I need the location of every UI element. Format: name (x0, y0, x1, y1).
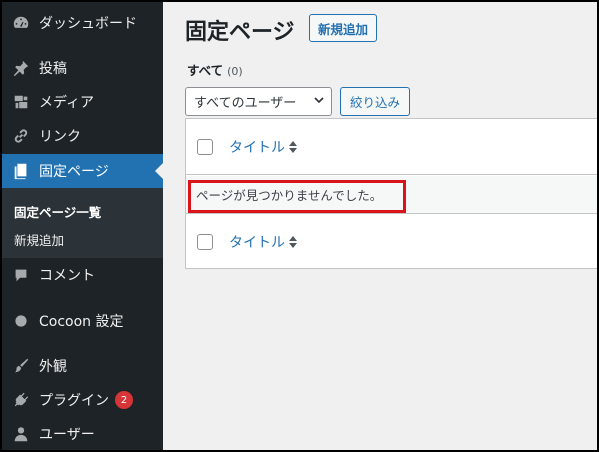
annotation-highlight-box (188, 180, 406, 213)
chevron-down-icon (313, 94, 325, 109)
sidebar-item-label: メディア (39, 95, 95, 111)
sidebar-item-label: 投稿 (39, 61, 67, 77)
sidebar-item-appearance[interactable]: 外観 (2, 349, 163, 383)
sidebar-item-label: 外観 (39, 359, 67, 375)
sidebar-item-pages[interactable]: 固定ページ (2, 154, 163, 188)
filter-label: すべて (187, 63, 224, 78)
submenu-all-pages[interactable]: 固定ページ一覧 (14, 202, 101, 221)
link-icon (11, 126, 31, 146)
add-new-button[interactable]: 新規追加 (309, 14, 378, 42)
sort-icon[interactable] (289, 235, 297, 248)
sidebar-item-label: コメント (39, 268, 95, 284)
page-title: 固定ページ (185, 20, 295, 45)
submenu-add-new[interactable]: 新規追加 (14, 230, 64, 249)
filter-count: (0) (227, 65, 243, 78)
title-column-header[interactable]: タイトル (229, 137, 285, 157)
plugin-icon (11, 390, 31, 410)
sidebar-item-dashboard[interactable]: ダッシュボード (2, 6, 163, 40)
pages-submenu: 固定ページ一覧 新規追加 (2, 188, 163, 258)
pin-icon (11, 58, 31, 78)
circle-icon (11, 311, 31, 331)
title-column-footer[interactable]: タイトル (229, 232, 285, 252)
sidebar-item-comments[interactable]: コメント (2, 258, 163, 292)
comment-icon (11, 265, 31, 285)
sidebar-item-label: 固定ページ (39, 164, 109, 180)
table-header-row: タイトル (186, 119, 597, 175)
author-select-value: すべてのユーザー (194, 96, 297, 111)
sort-icon[interactable] (289, 140, 297, 153)
sidebar-item-plugins[interactable]: プラグイン 2 (2, 383, 163, 417)
sidebar-item-label: プラグイン (39, 393, 109, 409)
sidebar-item-media[interactable]: メディア (2, 85, 163, 119)
app-frame: ダッシュボード 投稿 メディア リンク 固定ページ 固定ページ一覧 新規追加 コ… (2, 2, 597, 450)
main-content: 固定ページ 新規追加 すべて (0) すべてのユーザー 絞り込み タイトル ページ… (163, 2, 597, 450)
dashboard-icon (11, 13, 31, 33)
author-filter-select[interactable]: すべてのユーザー (185, 87, 332, 116)
status-filter-all[interactable]: すべて (0) (187, 60, 243, 79)
update-count-badge: 2 (115, 391, 133, 409)
sidebar-item-users[interactable]: ユーザー (2, 417, 163, 450)
pages-icon (11, 161, 31, 181)
filter-button[interactable]: 絞り込み (340, 87, 411, 116)
select-all-checkbox-footer[interactable] (197, 233, 213, 250)
select-all-checkbox[interactable] (197, 138, 213, 155)
sidebar-item-label: ダッシュボード (39, 16, 137, 32)
sidebar-item-label: ユーザー (39, 427, 95, 443)
media-icon (11, 92, 31, 112)
admin-sidebar: ダッシュボード 投稿 メディア リンク 固定ページ 固定ページ一覧 新規追加 コ… (2, 2, 163, 450)
sidebar-item-label: Cocoon 設定 (39, 314, 124, 330)
sidebar-item-posts[interactable]: 投稿 (2, 51, 163, 85)
brush-icon (11, 356, 31, 376)
sidebar-item-links[interactable]: リンク (2, 119, 163, 153)
sidebar-item-label: リンク (39, 129, 81, 145)
user-icon (11, 424, 31, 444)
sidebar-item-cocoon[interactable]: Cocoon 設定 (2, 304, 163, 338)
table-footer-row: タイトル (186, 213, 597, 269)
